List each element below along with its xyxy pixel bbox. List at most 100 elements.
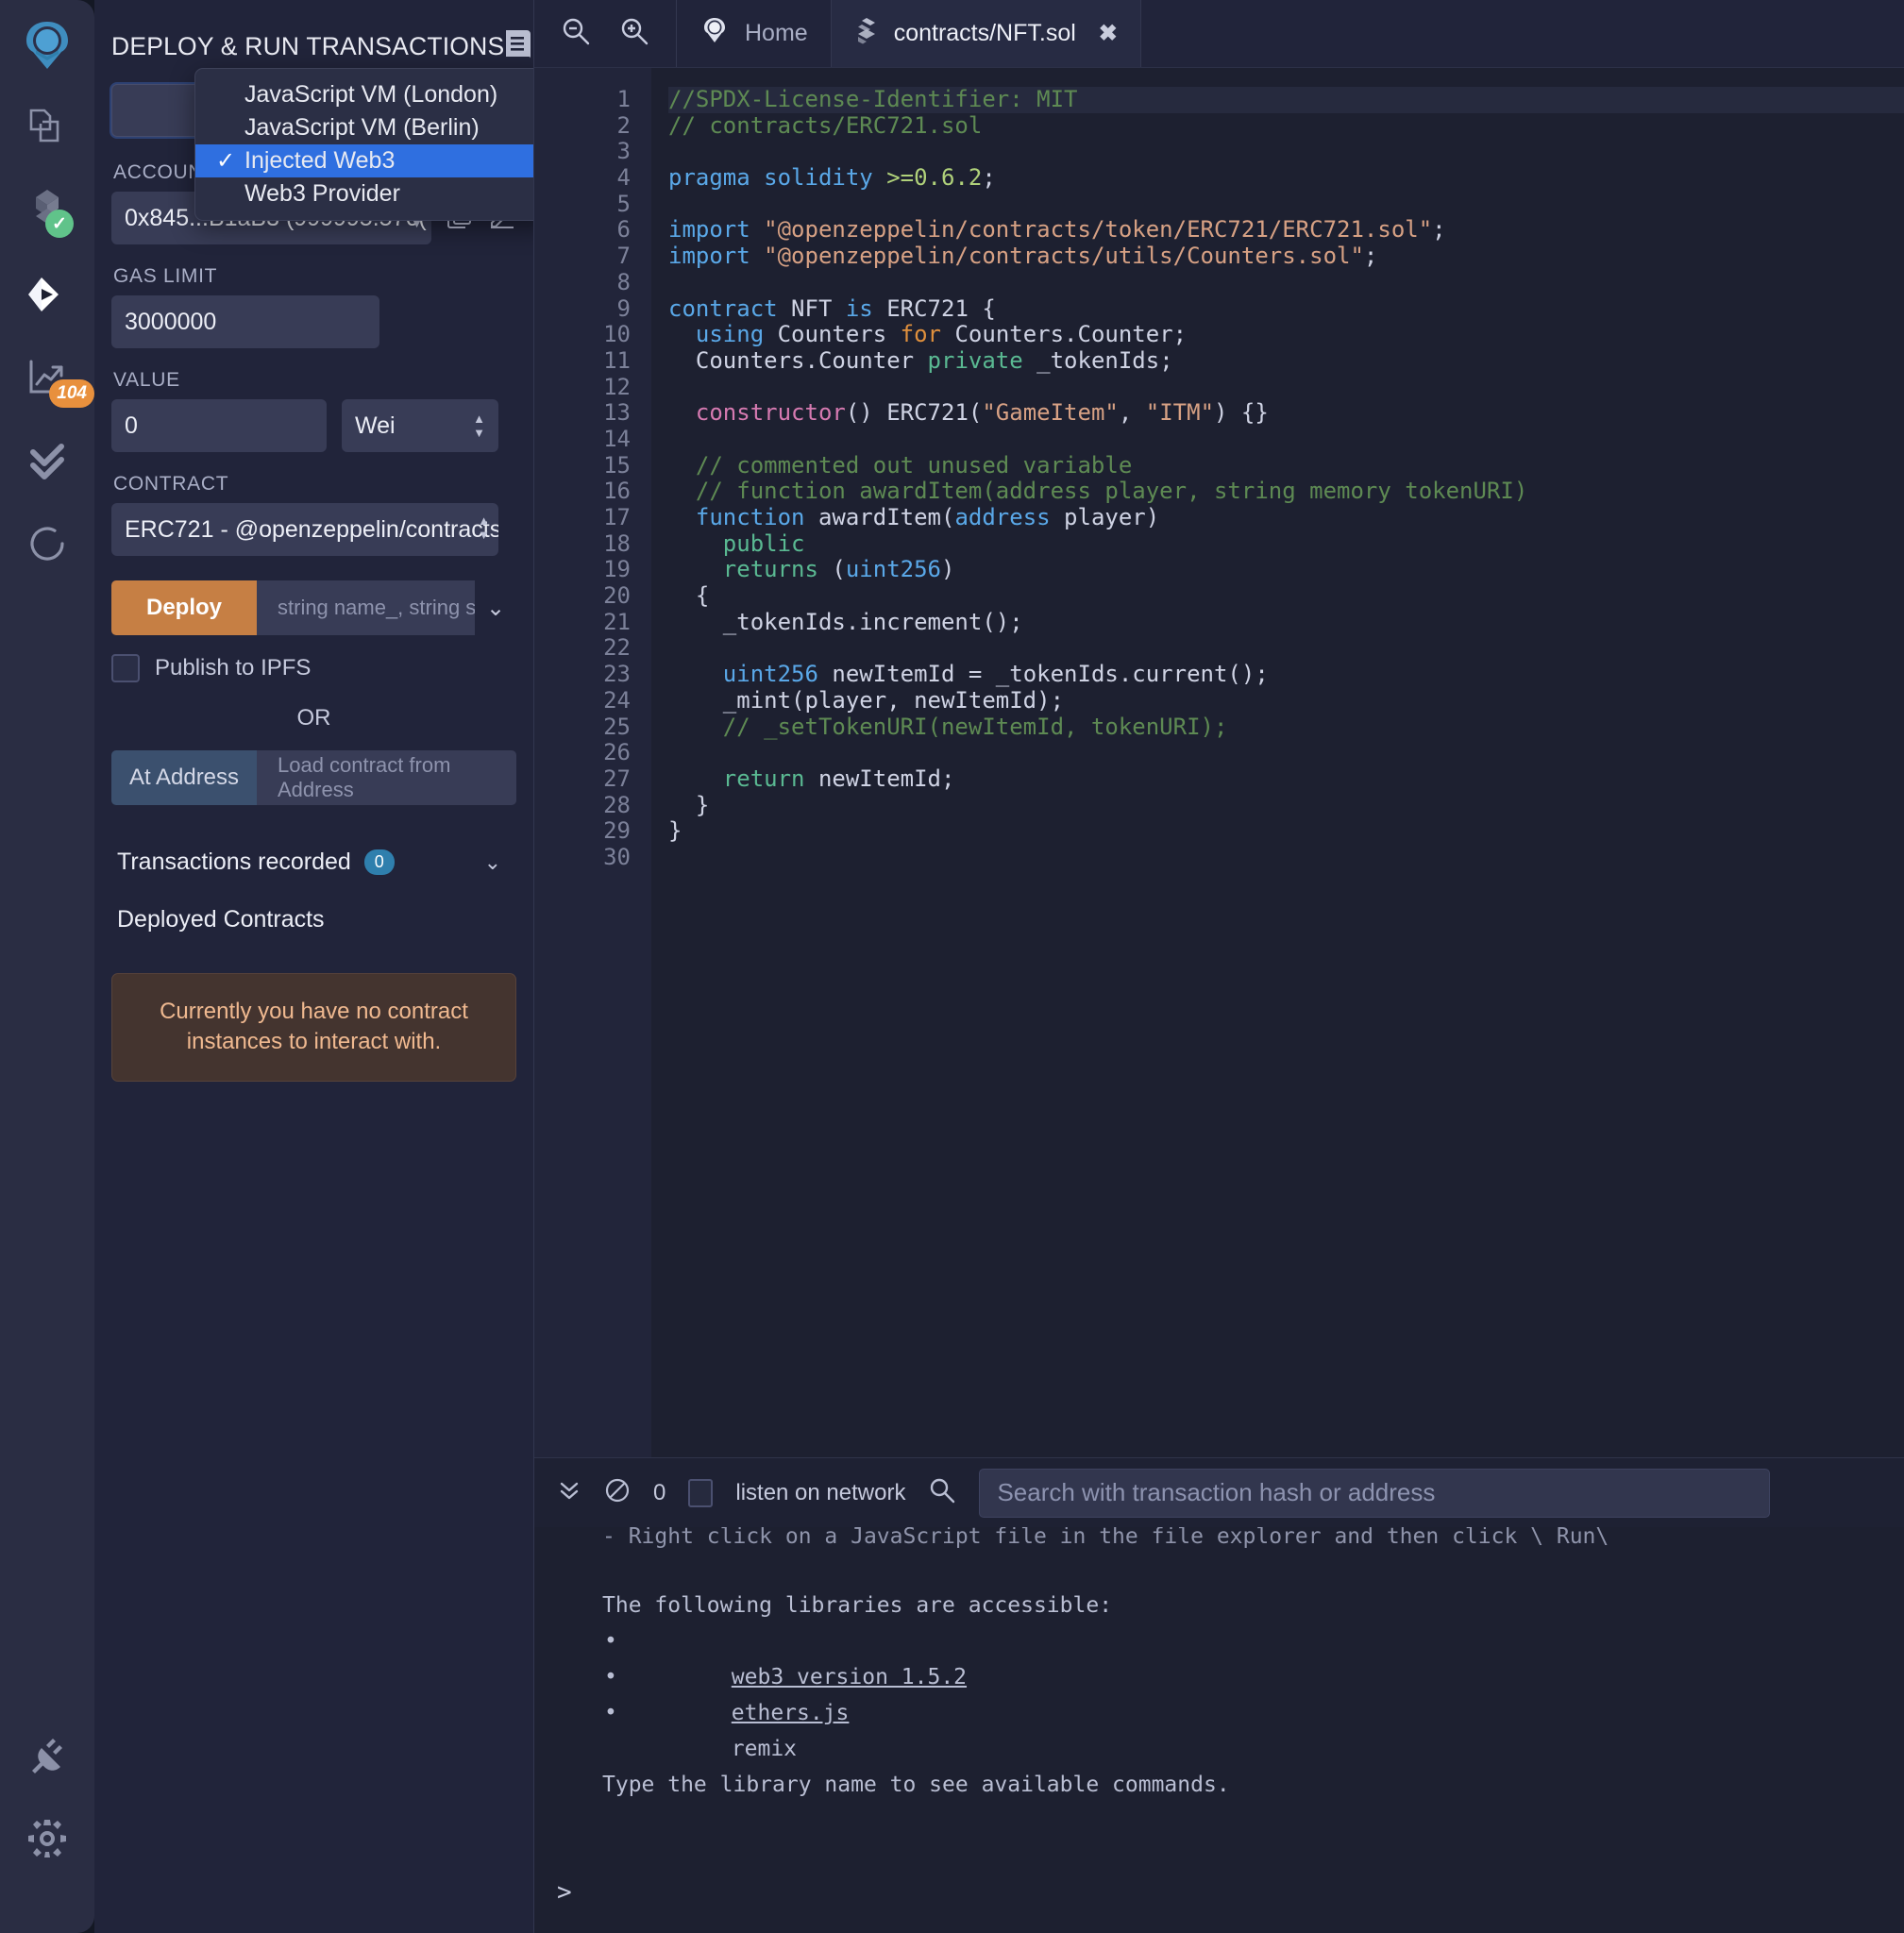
- line-number: 9: [534, 296, 631, 323]
- publish-ipfs-checkbox[interactable]: [111, 654, 140, 682]
- at-address-row: At Address Load contract from Address: [111, 750, 516, 805]
- deploy-button[interactable]: Deploy: [111, 580, 257, 635]
- code-line: //SPDX-License-Identifier: MIT: [668, 87, 1904, 113]
- code-line: returns (uint256): [668, 557, 1904, 583]
- code-line: _mint(player, newItemId);: [668, 688, 1904, 714]
- at-address-button[interactable]: At Address: [111, 750, 257, 805]
- zoom-out-icon[interactable]: [561, 16, 591, 51]
- code-line: Counters.Counter private _tokenIds;: [668, 348, 1904, 375]
- listen-on-network-checkbox[interactable]: [688, 1479, 713, 1507]
- line-number: 13: [534, 400, 631, 427]
- chevron-double-down-icon[interactable]: [557, 1478, 581, 1507]
- code-line: }: [668, 793, 1904, 819]
- code-line: _tokenIds.increment();: [668, 610, 1904, 636]
- settings-gear-icon[interactable]: [15, 1807, 79, 1871]
- terminal-line: Type the library name to see available c…: [602, 1767, 1904, 1803]
- page-title: DEPLOY & RUN TRANSACTIONS: [111, 32, 504, 61]
- tab-home[interactable]: Home: [677, 0, 832, 67]
- solidity-compiler-icon[interactable]: ✓: [15, 179, 79, 244]
- code-line: import "@openzeppelin/contracts/token/ER…: [668, 217, 1904, 244]
- plugin-manager-icon[interactable]: [15, 1723, 79, 1788]
- code-line: pragma solidity >=0.6.2;: [668, 165, 1904, 192]
- chevron-down-icon-transactions[interactable]: ⌄: [484, 850, 501, 875]
- terminal-line-blank: [602, 1731, 1904, 1767]
- remix-lib-label: remix: [732, 1737, 797, 1761]
- env-option-label: Web3 Provider: [244, 180, 400, 208]
- code-line: [668, 740, 1904, 766]
- editor-code-content[interactable]: //SPDX-License-Identifier: MIT// contrac…: [651, 68, 1904, 1457]
- contract-label: CONTRACT: [113, 473, 516, 496]
- code-line: // function awardItem(address player, st…: [668, 479, 1904, 505]
- line-number: 12: [534, 375, 631, 401]
- at-address-input[interactable]: Load contract from Address: [257, 750, 516, 805]
- gas-limit-input[interactable]: 3000000: [111, 295, 379, 348]
- remix-circle-icon[interactable]: [15, 512, 79, 576]
- contract-select[interactable]: ERC721 - @openzeppelin/contracts/to ▲▼: [111, 503, 498, 556]
- terminal-list-item: remix: [602, 1695, 1904, 1731]
- line-number: 18: [534, 531, 631, 558]
- value-input[interactable]: 0: [111, 399, 327, 452]
- code-line: [668, 270, 1904, 296]
- line-number: 28: [534, 793, 631, 819]
- line-number: 24: [534, 688, 631, 714]
- tab-contracts-nft-sol[interactable]: contracts/NFT.sol ✖: [832, 0, 1141, 67]
- line-number: 15: [534, 453, 631, 479]
- line-number: 1: [534, 87, 631, 113]
- line-number: 14: [534, 427, 631, 453]
- publish-ipfs-label: Publish to IPFS: [155, 655, 311, 681]
- code-line: // _setTokenURI(newItemId, tokenURI);: [668, 714, 1904, 741]
- line-number: 25: [534, 714, 631, 741]
- terminal-line-blank: [602, 1803, 1904, 1839]
- unit-stepper-icon[interactable]: ▲▼: [473, 412, 485, 440]
- documentation-icon[interactable]: [504, 28, 532, 65]
- remix-logo-icon[interactable]: [15, 13, 79, 77]
- env-option-js-vm-berlin[interactable]: JavaScript VM (Berlin): [195, 111, 534, 144]
- env-option-web3-provider[interactable]: Web3 Provider: [195, 177, 534, 210]
- code-line: contract NFT is ERC721 {: [668, 296, 1904, 323]
- file-explorer-icon[interactable]: [15, 96, 79, 160]
- line-number: 11: [534, 348, 631, 375]
- terminal-list-item: ethers.js: [602, 1659, 1904, 1695]
- chevron-down-icon[interactable]: ⌄: [475, 580, 516, 635]
- terminal-line: - Right click on a JavaScript file in th…: [602, 1527, 1904, 1552]
- terminal-prompt[interactable]: >: [557, 1874, 1904, 1910]
- value-label: VALUE: [113, 369, 516, 392]
- deploy-row: Deploy string name_, string symbol_ ⌄: [111, 580, 516, 635]
- code-line: // contracts/ERC721.sol: [668, 113, 1904, 140]
- deployed-contracts-label: Deployed Contracts: [111, 906, 516, 933]
- ban-icon[interactable]: [604, 1477, 631, 1508]
- deploy-args-input[interactable]: string name_, string symbol_: [257, 580, 475, 635]
- left-icon-bar: ✓ 104: [0, 0, 94, 1933]
- close-icon[interactable]: ✖: [1099, 20, 1118, 47]
- value-unit-select[interactable]: Wei ▲▼: [342, 399, 498, 452]
- line-number: 17: [534, 505, 631, 531]
- solidity-file-icon: [854, 16, 879, 51]
- gas-limit-value: 3000000: [125, 309, 216, 336]
- solidity-analyzer-icon[interactable]: [15, 429, 79, 493]
- deploy-run-icon[interactable]: [15, 262, 79, 327]
- terminal-toolbar: 0 listen on network Search with transact…: [534, 1457, 1904, 1527]
- code-line: [668, 139, 1904, 165]
- env-option-js-vm-london[interactable]: JavaScript VM (London): [195, 78, 534, 111]
- search-icon[interactable]: [928, 1476, 956, 1509]
- line-number: 20: [534, 583, 631, 610]
- code-line: constructor() ERC721("GameItem", "ITM") …: [668, 400, 1904, 427]
- code-line: [668, 192, 1904, 218]
- code-editor[interactable]: 1234567891011121314151617181920212223242…: [534, 68, 1904, 1457]
- terminal-output[interactable]: - Right click on a JavaScript file in th…: [534, 1527, 1904, 1933]
- terminal-search-input[interactable]: Search with transaction hash or address: [979, 1469, 1770, 1518]
- env-option-label: JavaScript VM (London): [244, 81, 497, 109]
- editor-line-numbers: 1234567891011121314151617181920212223242…: [534, 68, 651, 1457]
- transactions-recorded-row[interactable]: Transactions recorded 0 ⌄: [111, 849, 516, 876]
- code-line: using Counters for Counters.Counter;: [668, 322, 1904, 348]
- line-number: 4: [534, 165, 631, 192]
- remix-logo-icon-tab: [699, 15, 730, 52]
- debugger-icon[interactable]: 104: [15, 345, 79, 410]
- value-row: 0 Wei ▲▼: [111, 399, 516, 452]
- code-line: return newItemId;: [668, 766, 1904, 793]
- env-option-injected-web3[interactable]: ✓ Injected Web3: [195, 144, 534, 177]
- line-number: 7: [534, 244, 631, 270]
- zoom-in-icon[interactable]: [619, 16, 649, 51]
- terminal-line-blank: [602, 1839, 1904, 1874]
- contract-stepper-icon[interactable]: ▲▼: [478, 513, 490, 542]
